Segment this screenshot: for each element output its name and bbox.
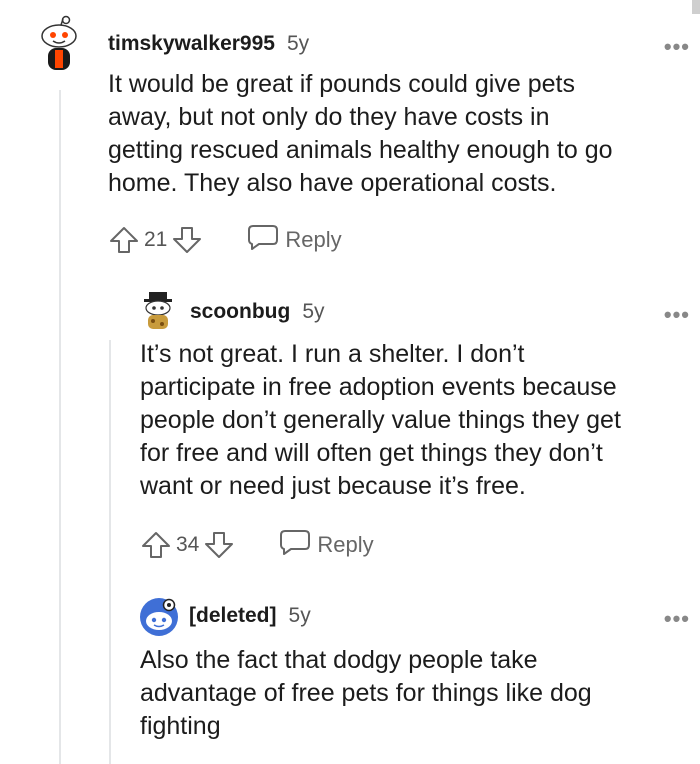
comment-body: It’s not great. I run a shelter. I don’t… [140, 340, 621, 500]
comment-bubble-icon [247, 222, 279, 258]
vote-score: 34 [176, 533, 200, 556]
username[interactable]: scoonbug [190, 300, 290, 324]
avatar[interactable] [141, 290, 175, 332]
downvote-icon[interactable] [171, 224, 203, 256]
reply-label: Reply [317, 532, 374, 557]
scrollbar-thumb[interactable] [692, 0, 700, 14]
snoo-avatar-icon [41, 15, 77, 70]
timestamp[interactable]: 5y [289, 604, 311, 628]
thread-line[interactable] [109, 340, 111, 764]
comment-body: Also the fact that dodgy people take adv… [140, 646, 592, 740]
timestamp[interactable]: 5y [287, 32, 309, 56]
reply-button[interactable]: Reply [247, 222, 342, 258]
upvote-icon[interactable] [140, 529, 172, 561]
avatar[interactable] [36, 14, 82, 74]
comment-body: It would be great if pounds could give p… [108, 70, 613, 197]
upvote-icon[interactable] [108, 224, 140, 256]
snoo-avatar-icon [144, 292, 172, 329]
vote-score: 21 [144, 228, 168, 251]
username: [deleted] [189, 604, 277, 627]
timestamp[interactable]: 5y [302, 300, 324, 324]
comment-bubble-icon [279, 527, 311, 563]
more-options-icon[interactable]: ••• [664, 36, 690, 58]
more-options-icon[interactable]: ••• [664, 304, 690, 326]
reply-label: Reply [285, 227, 342, 252]
more-options-icon[interactable]: ••• [664, 608, 690, 630]
username[interactable]: timskywalker995 [108, 32, 275, 56]
thread-line[interactable] [59, 90, 61, 764]
reply-button[interactable]: Reply [279, 527, 374, 563]
deleted-user-avatar-icon [140, 598, 178, 636]
avatar[interactable] [139, 597, 179, 637]
downvote-icon[interactable] [203, 529, 235, 561]
